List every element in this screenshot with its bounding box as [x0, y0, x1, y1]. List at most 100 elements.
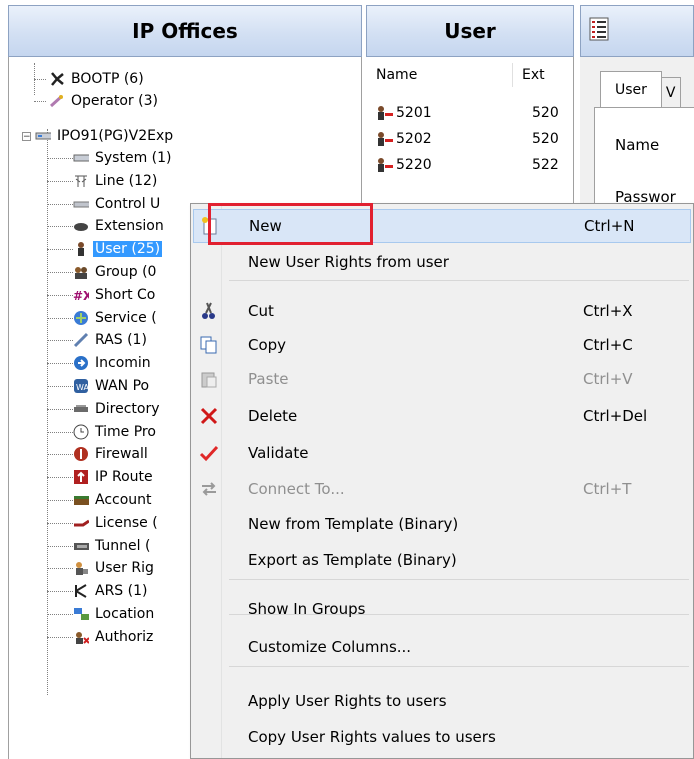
menu-item-label: Copy [248, 336, 287, 354]
tree-item-label: Extension [95, 218, 164, 235]
tab-voicemail[interactable]: V [661, 77, 681, 109]
menu-item-shortcut: Ctrl+X [583, 302, 633, 320]
tree-item-ars[interactable]: ARS (1) [73, 580, 149, 602]
tree-item-label: BOOTP (6) [71, 71, 144, 87]
column-header-extension[interactable]: Ext [522, 67, 545, 83]
menu-item-new-from-template-binary[interactable]: New from Template (Binary) [193, 507, 691, 541]
tree-item-label: IP Route [95, 469, 153, 486]
collapse-expander[interactable]: − [22, 132, 31, 142]
tree-item-license[interactable]: License ( [73, 512, 160, 534]
tree-item-tunnel[interactable]: Tunnel ( [73, 535, 152, 557]
directory-icon [73, 401, 89, 417]
tree-item-extension[interactable]: Extension [73, 215, 166, 237]
tree-item-system[interactable]: System (1) [73, 147, 174, 169]
tree-item-label: User (25) [93, 241, 163, 258]
column-header-name[interactable]: Name [376, 67, 417, 83]
menu-item-validate[interactable]: Validate [193, 436, 691, 470]
user-list-header: User [366, 5, 574, 57]
tree-item-ip-route[interactable]: IP Route [73, 466, 155, 488]
tree-item-ras[interactable]: RAS (1) [73, 329, 149, 351]
ip-offices-title: IP Offices [132, 19, 238, 43]
menu-item-shortcut: Ctrl+Del [583, 407, 648, 425]
menu-item-show-in-groups[interactable]: Show In Groups [193, 592, 691, 626]
menu-item-copy-user-rights-values-to-users[interactable]: Copy User Rights values to users [193, 720, 691, 754]
tree-item-account-code[interactable]: Account [73, 489, 154, 511]
account-code-icon [73, 492, 89, 508]
tree-item-label: Service ( [95, 309, 157, 326]
menu-item-new-user-rights-from-user[interactable]: New User Rights from user [193, 245, 691, 279]
tree-item-label: Incomin [95, 355, 151, 372]
tree-item-line[interactable]: Line (12) [73, 170, 159, 192]
details-header [580, 5, 694, 57]
tree-item-label: License ( [95, 514, 158, 531]
menu-item-label: Export as Template (Binary) [248, 551, 457, 569]
user-icon [376, 131, 394, 147]
menu-item-label: Connect To... [248, 480, 345, 498]
service-icon [73, 310, 89, 326]
tab-user[interactable]: User [600, 71, 662, 109]
control-unit-icon [73, 196, 89, 212]
menu-item-shortcut: Ctrl+T [583, 480, 632, 498]
tree-item-time-profile[interactable]: Time Pro [73, 421, 158, 443]
svg-text:#X: #X [73, 289, 89, 303]
tree-item-label: Short Co [95, 286, 156, 303]
tree-item-control-unit[interactable]: Control U [73, 193, 162, 215]
tree-item-label: Location [95, 606, 155, 622]
tree-item-firewall[interactable]: Firewall [73, 443, 150, 465]
menu-item-label: Copy User Rights values to users [248, 728, 496, 746]
menu-item-label: Customize Columns... [248, 638, 412, 656]
operator-icon [49, 93, 65, 109]
svg-text:WAN: WAN [76, 383, 89, 392]
tree-item-label: Authoriz [95, 628, 154, 645]
table-row[interactable]: 5202 520 [376, 127, 576, 151]
tree-item-label: WAN Po [95, 378, 150, 394]
tree-item-location[interactable]: Location [73, 603, 156, 625]
tree-item-label: RAS (1) [95, 332, 147, 349]
menu-item-label: New User Rights from user [248, 253, 449, 271]
tree-item-label: Tunnel ( [95, 537, 151, 554]
tree-item-bootp[interactable]: BOOTP (6) [49, 68, 146, 90]
tree-item-operator[interactable]: Operator (3) [49, 90, 160, 112]
tree-item-label: Time Pro [95, 423, 156, 440]
tree-item-service[interactable]: Service ( [73, 307, 159, 329]
user-name: 5202 [396, 131, 432, 147]
tree-item-ipo-root[interactable]: IPO91(PG)V2Exp [35, 125, 175, 147]
menu-item-delete[interactable]: Delete Ctrl+Del [193, 399, 691, 433]
tree-item-incoming-call-route[interactable]: Incomin [73, 352, 153, 374]
tree-item-label: Line (12) [95, 172, 158, 189]
menu-item-cut[interactable]: Cut Ctrl+X [193, 294, 691, 328]
menu-item-apply-user-rights-to-users[interactable]: Apply User Rights to users [193, 684, 691, 718]
tree-item-authorization[interactable]: Authoriz [73, 626, 155, 648]
menu-item-shortcut: Ctrl+N [584, 217, 635, 235]
menu-item-copy[interactable]: Copy Ctrl+C [193, 328, 691, 362]
tree-item-directory[interactable]: Directory [73, 398, 162, 420]
tree-item-label: ARS (1) [95, 583, 148, 600]
menu-item-connect-to[interactable]: Connect To... Ctrl+T [193, 472, 691, 506]
tree-item-group[interactable]: Group (0 [73, 261, 158, 283]
tree-item-wan-port[interactable]: WAN WAN Po [73, 375, 151, 397]
tree-item-short-code[interactable]: #X Short Co [73, 284, 157, 306]
menu-item-customize-columns[interactable]: Customize Columns... [193, 630, 691, 664]
menu-item-label: Paste [248, 370, 289, 388]
cut-icon [199, 301, 219, 321]
menu-item-paste[interactable]: Paste Ctrl+V [193, 362, 691, 396]
user-name: 5201 [396, 105, 432, 121]
menu-item-export-as-template-binary[interactable]: Export as Template (Binary) [193, 543, 691, 577]
menu-item-label: New from Template (Binary) [248, 515, 459, 533]
table-row[interactable]: 5201 520 [376, 101, 576, 125]
time-profile-icon [73, 424, 89, 440]
tree-item-label: Operator (3) [71, 93, 158, 109]
tree-item-user[interactable]: User (25) [73, 238, 163, 260]
user-extension: 520 [532, 105, 559, 121]
menu-item-label: Validate [248, 444, 309, 462]
tree-item-user-rights[interactable]: User Rig [73, 557, 156, 579]
ras-icon [73, 332, 89, 348]
user-rights-icon [73, 560, 89, 576]
incoming-call-route-icon [73, 355, 89, 371]
tree-item-label: IPO91(PG)V2Exp [57, 128, 174, 144]
details-list-icon[interactable] [589, 17, 609, 46]
menu-item-label: Show In Groups [248, 600, 366, 618]
table-row[interactable]: 5220 522 [376, 153, 576, 177]
user-extension: 522 [532, 157, 559, 173]
validate-icon [199, 443, 219, 463]
